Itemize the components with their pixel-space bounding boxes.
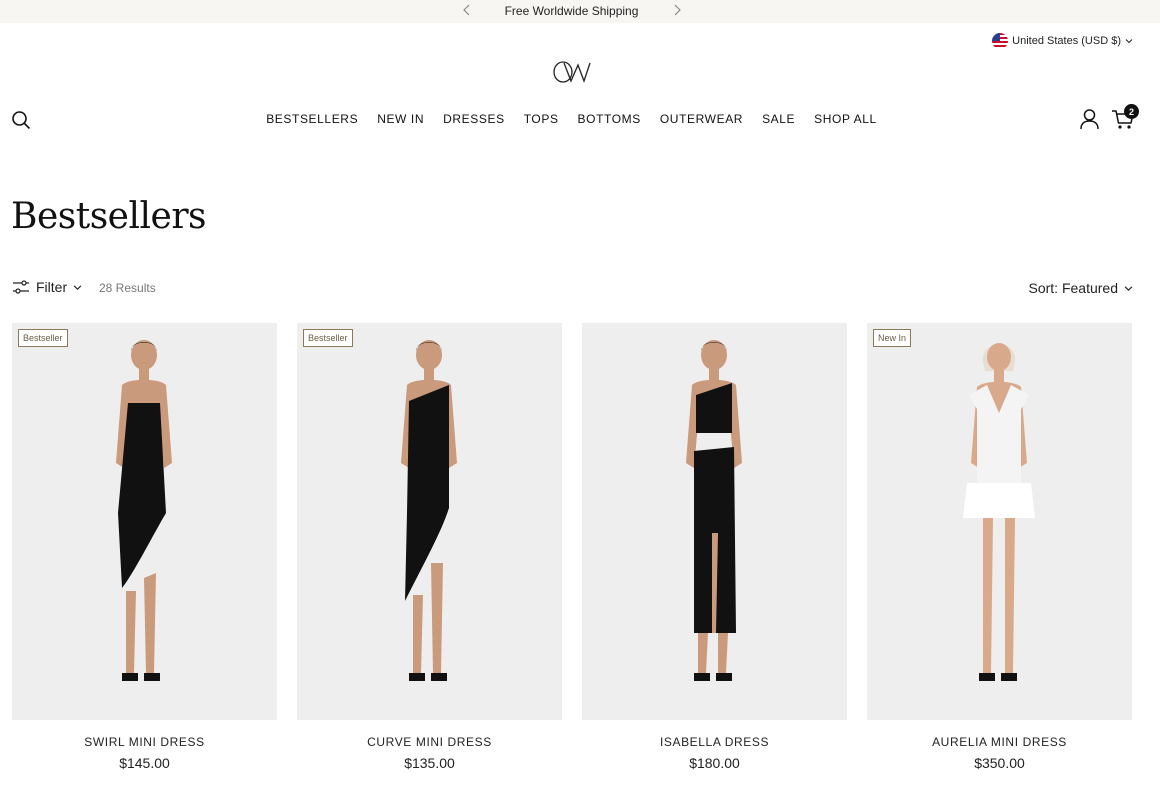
product-name[interactable]: CURVE MINI DRESS: [297, 735, 562, 749]
filter-sliders-icon: [13, 280, 29, 294]
results-count: 28 Results: [99, 281, 156, 295]
announcement-bar: Free Worldwide Shipping: [0, 0, 1160, 23]
announcement-text: Free Worldwide Shipping: [504, 4, 639, 18]
product-name[interactable]: ISABELLA DRESS: [582, 735, 847, 749]
page-title: Bestsellers: [11, 196, 207, 237]
product-card[interactable]: Bestseller CURVE MINI DRESS $135.00: [297, 323, 562, 771]
product-image[interactable]: Bestseller: [12, 323, 277, 720]
chevron-down-icon: [1124, 285, 1133, 291]
nav-item-outerwear[interactable]: OUTERWEAR: [660, 112, 743, 126]
us-flag-icon: [992, 33, 1009, 49]
chevron-down-icon: [73, 284, 82, 290]
nav-item-tops[interactable]: TOPS: [524, 112, 559, 126]
brand-logo[interactable]: [552, 59, 592, 85]
model-photo: [686, 340, 742, 681]
product-price: $135.00: [404, 755, 455, 771]
product-name[interactable]: SWIRL MINI DRESS: [12, 735, 277, 749]
locale-label: United States (USD $): [1012, 35, 1121, 47]
nav-item-bestsellers[interactable]: BESTSELLERS: [266, 112, 358, 126]
country-currency-selector[interactable]: United States (USD $): [992, 32, 1133, 50]
filter-button[interactable]: Filter: [12, 279, 82, 295]
product-image[interactable]: Bestseller: [297, 323, 562, 720]
filter-label: Filter: [36, 279, 68, 295]
nav-item-bottoms[interactable]: BOTTOMS: [578, 112, 641, 126]
model-photo: [116, 340, 172, 681]
product-image[interactable]: [582, 323, 847, 720]
chevron-down-icon: [1125, 39, 1133, 44]
product-card[interactable]: Bestseller SWIRL MINI DRESS $145.00: [12, 323, 277, 771]
product-price: $180.00: [689, 755, 740, 771]
chevron-right-icon[interactable]: [670, 3, 684, 17]
sort-label: Sort: Featured: [1028, 280, 1119, 296]
account-icon[interactable]: [1079, 108, 1100, 130]
nav-item-dresses[interactable]: DRESSES: [443, 112, 505, 126]
main-nav: BESTSELLERS NEW IN DRESSES TOPS BOTTOMS …: [0, 112, 1143, 126]
nav-item-new-in[interactable]: NEW IN: [377, 112, 424, 126]
product-badge: Bestseller: [18, 329, 68, 347]
model-photo: [401, 340, 457, 681]
product-image[interactable]: New In: [867, 323, 1132, 720]
product-card[interactable]: New In AURELIA MINI DRESS $350.00: [867, 323, 1132, 771]
sort-dropdown[interactable]: Sort: Featured: [1029, 280, 1134, 296]
cart-count-badge: 2: [1124, 104, 1139, 119]
product-price: $350.00: [974, 755, 1025, 771]
product-badge: New In: [873, 329, 912, 347]
product-price: $145.00: [119, 755, 170, 771]
product-card[interactable]: ISABELLA DRESS $180.00: [582, 323, 847, 771]
model-photo: [963, 343, 1035, 681]
nav-item-sale[interactable]: SALE: [762, 112, 795, 126]
product-badge: Bestseller: [303, 329, 353, 347]
product-name[interactable]: AURELIA MINI DRESS: [867, 735, 1132, 749]
nav-item-shop-all[interactable]: SHOP ALL: [814, 112, 877, 126]
